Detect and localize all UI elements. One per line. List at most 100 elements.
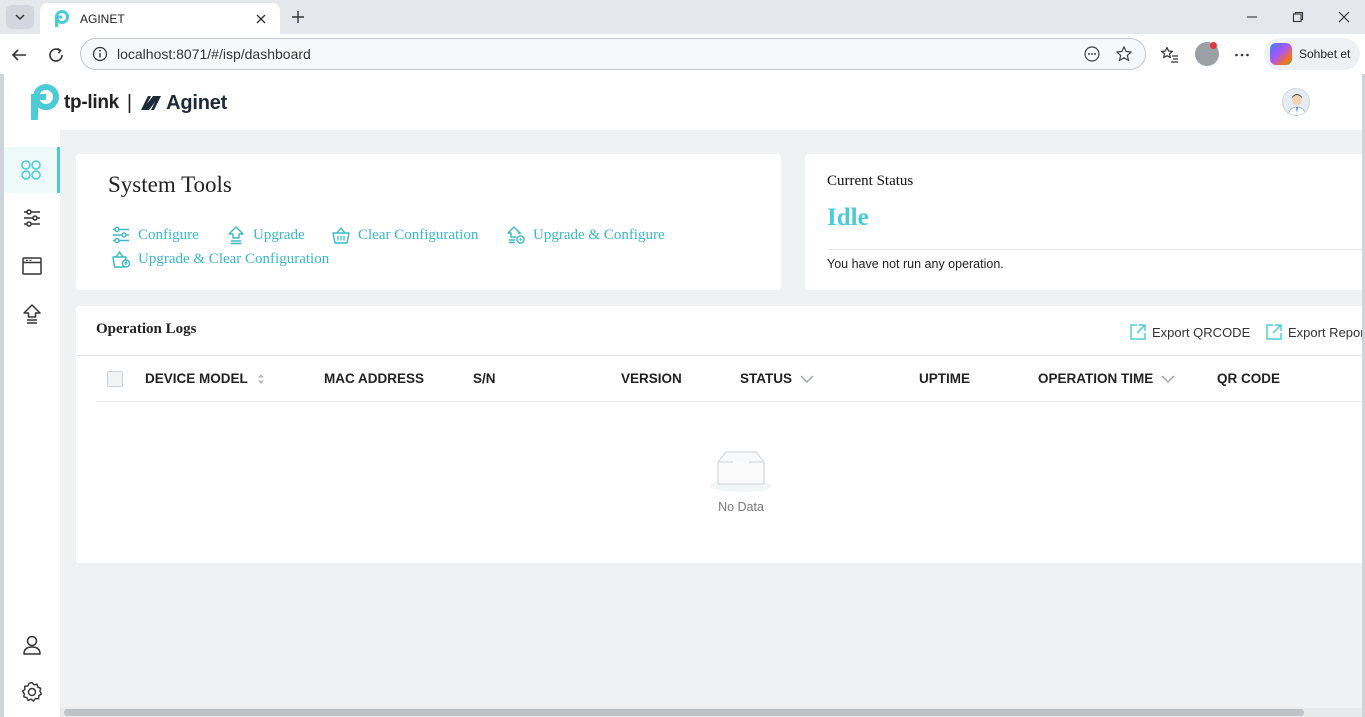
- favorite-star-icon[interactable]: [1113, 43, 1135, 65]
- browser-tab-aginet[interactable]: AGINET: [40, 3, 280, 34]
- column-uptime: UPTIME: [919, 371, 971, 386]
- sidebar-item-system[interactable]: [4, 669, 60, 715]
- more-menu-button[interactable]: [1229, 42, 1255, 68]
- favorites-list-icon: [1161, 46, 1178, 63]
- upgrade-button[interactable]: Upgrade: [225, 224, 305, 246]
- notification-dot: [1210, 42, 1217, 49]
- current-status-value: Idle: [827, 204, 869, 231]
- column-status[interactable]: STATUS: [740, 371, 814, 386]
- sliders-icon: [24, 209, 40, 227]
- upgrade-clear-configuration-label: Upgrade & Clear Configuration: [138, 250, 330, 267]
- window-icon: [22, 257, 42, 275]
- browser-toolbar: localhost:8071/#/isp/dashboard Sohbet et: [0, 34, 1365, 74]
- browser-tabstrip: AGINET: [0, 0, 1365, 34]
- column-device-model[interactable]: DEVICE MODEL: [145, 371, 266, 386]
- column-qr-code: QR CODE: [1217, 371, 1281, 386]
- copilot-button[interactable]: Sohbet et: [1264, 38, 1360, 70]
- close-icon: [1338, 11, 1350, 23]
- sidebar-item-dashboard[interactable]: [4, 147, 60, 193]
- export-qrcode-label: Export QRCODE: [1152, 324, 1251, 340]
- more-horizontal-icon: [1235, 53, 1249, 57]
- brand-logo[interactable]: tp-link | Aginet: [24, 84, 227, 122]
- back-button[interactable]: [6, 42, 32, 68]
- copilot-label: Sohbet et: [1299, 47, 1351, 61]
- clear-configuration-label: Clear Configuration: [358, 226, 479, 243]
- chevron-down-icon[interactable]: [1161, 374, 1175, 384]
- tp-link-logo-icon: [31, 84, 59, 120]
- new-tab-button[interactable]: [286, 5, 310, 29]
- export-report-label: Export Repor: [1288, 324, 1362, 340]
- brand-tp-link: tp-link: [64, 92, 119, 113]
- grid-icon: [20, 160, 41, 180]
- upgrade-configure-button[interactable]: Upgrade & Configure: [505, 224, 665, 246]
- column-operation-time[interactable]: OPERATION TIME: [1038, 371, 1175, 386]
- sidebar-item-account[interactable]: [4, 622, 60, 668]
- system-tools-card: System Tools Configure Upgrade Clear Con…: [76, 154, 781, 290]
- select-all-checkbox[interactable]: [107, 371, 123, 387]
- table-header: DEVICE MODEL MAC ADDRESS S/N VERSION STA…: [96, 356, 1362, 402]
- empty-state-text: No Data: [718, 500, 764, 514]
- upgrade-clear-configuration-button[interactable]: Upgrade & Clear Configuration: [110, 248, 329, 270]
- aginet-logo-icon: [141, 96, 162, 110]
- upload-icon: [225, 224, 247, 246]
- basket-upload-icon: [110, 248, 132, 270]
- basket-clear-icon: [330, 224, 352, 246]
- scrollbar-thumb[interactable]: [64, 709, 1304, 716]
- operation-logs-card: Operation Logs Export QRCODE Export Repo…: [76, 306, 1362, 563]
- minimize-button[interactable]: [1238, 5, 1266, 29]
- sliders-icon: [110, 224, 132, 246]
- current-status-label: Current Status: [827, 173, 914, 189]
- tab-title: AGINET: [80, 11, 125, 26]
- upgrade-label: Upgrade: [253, 226, 305, 243]
- system-tools-title: System Tools: [108, 172, 232, 197]
- export-icon: [1264, 322, 1284, 342]
- upgrade-configure-label: Upgrade & Configure: [533, 226, 665, 243]
- configure-label: Configure: [138, 226, 199, 243]
- address-bar[interactable]: localhost:8071/#/isp/dashboard: [80, 38, 1146, 70]
- minimize-icon: [1247, 16, 1257, 18]
- configure-button[interactable]: Configure: [110, 224, 199, 246]
- tp-link-favicon-icon: [50, 9, 70, 29]
- tab-list-button[interactable]: [6, 5, 34, 29]
- export-report-button[interactable]: Export Repor: [1264, 322, 1362, 342]
- site-info-icon[interactable]: [91, 45, 109, 63]
- reload-icon: [49, 47, 63, 62]
- plus-icon: [292, 11, 304, 23]
- brand-aginet: Aginet: [166, 91, 228, 114]
- sidebar-item-settings[interactable]: [4, 195, 60, 241]
- reload-button[interactable]: [43, 42, 69, 68]
- restore-icon: [1292, 11, 1304, 23]
- column-sn: S/N: [473, 371, 496, 386]
- reader-mode-icon[interactable]: [1081, 43, 1103, 65]
- upload-icon: [23, 304, 41, 324]
- tab-close-icon[interactable]: [252, 10, 270, 28]
- clear-configuration-button[interactable]: Clear Configuration: [330, 224, 478, 246]
- copilot-icon: [1270, 43, 1292, 65]
- column-version: VERSION: [621, 371, 682, 386]
- brand-separator: |: [126, 91, 133, 114]
- export-icon: [1128, 322, 1148, 342]
- upload-gear-icon: [505, 224, 527, 246]
- status-divider: [827, 249, 1362, 250]
- sort-icon[interactable]: [256, 372, 266, 386]
- user-icon: [23, 635, 41, 655]
- sidebar: [4, 130, 60, 717]
- arrow-left-icon: [11, 49, 26, 61]
- sidebar-item-devices[interactable]: [4, 243, 60, 289]
- horizontal-scrollbar[interactable]: [60, 708, 1362, 717]
- app-header: tp-link | Aginet: [4, 74, 1362, 130]
- url-text[interactable]: localhost:8071/#/isp/dashboard: [117, 46, 1081, 62]
- favorites-button[interactable]: [1157, 42, 1183, 68]
- current-status-card: Current Status Idle You have not run any…: [805, 154, 1362, 290]
- main-content: System Tools Configure Upgrade Clear Con…: [60, 130, 1362, 717]
- gear-icon: [21, 681, 43, 702]
- sidebar-item-upgrade[interactable]: [4, 291, 60, 337]
- empty-inbox-icon: [708, 446, 774, 494]
- status-message: You have not run any operation.: [827, 257, 1004, 271]
- user-avatar[interactable]: [1282, 88, 1310, 116]
- restore-button[interactable]: [1284, 5, 1312, 29]
- chevron-down-icon[interactable]: [800, 374, 814, 384]
- column-mac-address: MAC ADDRESS: [324, 371, 425, 386]
- export-qrcode-button[interactable]: Export QRCODE: [1128, 322, 1250, 342]
- close-window-button[interactable]: [1330, 5, 1358, 29]
